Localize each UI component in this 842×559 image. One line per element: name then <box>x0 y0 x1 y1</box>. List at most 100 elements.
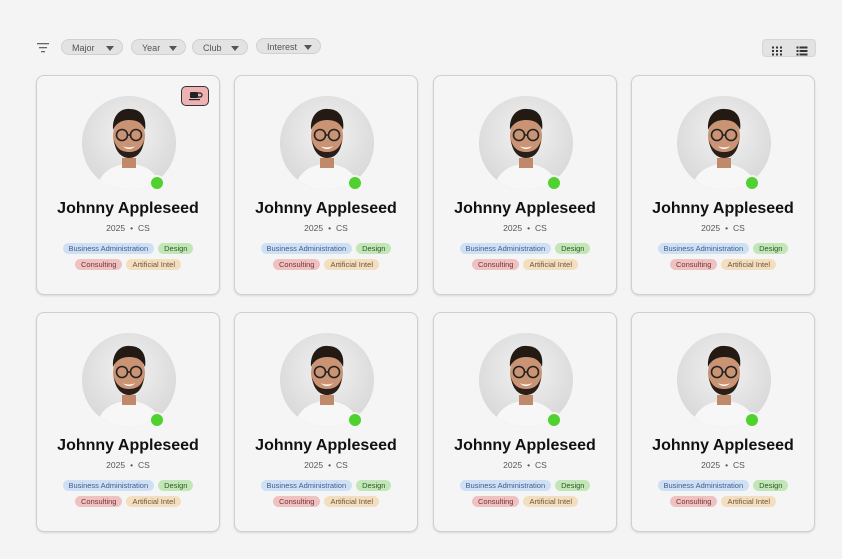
online-status-icon <box>347 175 363 191</box>
online-status-icon <box>546 412 562 428</box>
coffee-chat-button[interactable] <box>181 86 209 106</box>
profile-card[interactable]: Johnny Appleseed 2025 • CS Business Admini… <box>631 312 815 532</box>
chevron-down-icon <box>169 46 177 51</box>
interest-tag: Consulting <box>670 496 718 507</box>
profile-card[interactable]: Johnny Appleseed 2025 • CS Business Admini… <box>234 312 418 532</box>
tag-row: Consulting Artificial Intel <box>632 496 814 507</box>
interest-tag: Consulting <box>670 259 718 270</box>
profile-card[interactable]: Johnny Appleseed 2025 • CS Business Admini… <box>36 75 220 295</box>
interest-tag: Consulting <box>75 259 123 270</box>
filter-major-label: Major <box>72 43 95 53</box>
profile-major: CS <box>336 223 348 233</box>
profile-card[interactable]: Johnny Appleseed 2025 • CS Business Admini… <box>631 75 815 295</box>
interest-tag: Design <box>158 243 194 254</box>
profile-year: 2025 <box>503 223 523 233</box>
tag-row: Business Administration Design <box>37 243 219 254</box>
profile-card[interactable]: Johnny Appleseed 2025 • CS Business Admini… <box>433 312 617 532</box>
view-toggle <box>762 39 816 57</box>
interest-tag: Consulting <box>75 496 123 507</box>
interest-tag: Business Administration <box>657 243 750 254</box>
filter-interest-dropdown[interactable]: Interest <box>256 38 321 54</box>
interest-tag: Business Administration <box>459 243 552 254</box>
profile-name: Johnny Appleseed <box>454 437 596 454</box>
online-status-icon <box>149 412 165 428</box>
chevron-down-icon <box>304 45 312 50</box>
profile-name: Johnny Appleseed <box>57 437 199 454</box>
interest-tag: Consulting <box>472 259 520 270</box>
online-status-icon <box>546 175 562 191</box>
tag-row: Business Administration Design <box>632 243 814 254</box>
tag-row: Business Administration Design <box>434 243 616 254</box>
profile-name: Johnny Appleseed <box>57 200 199 217</box>
online-status-icon <box>744 412 760 428</box>
interest-tag: Business Administration <box>62 480 155 491</box>
interest-tag: Consulting <box>273 496 321 507</box>
profile-name: Johnny Appleseed <box>255 437 397 454</box>
filter-toolbar: Major Year Club Interest <box>36 38 816 58</box>
profile-card[interactable]: Johnny Appleseed 2025 • CS Business Admini… <box>433 75 617 295</box>
separator-dot: • <box>328 460 332 470</box>
profile-year: 2025 <box>701 223 721 233</box>
interest-tag: Artificial Intel <box>523 496 578 507</box>
profile-major: CS <box>138 460 150 470</box>
profile-major: CS <box>535 223 547 233</box>
filter-icon[interactable] <box>36 41 50 53</box>
profile-year: 2025 <box>106 460 126 470</box>
filter-year-dropdown[interactable]: Year <box>131 39 186 55</box>
interest-tag: Design <box>753 243 789 254</box>
interest-tag: Artificial Intel <box>721 496 776 507</box>
profile-major: CS <box>733 460 745 470</box>
tag-row: Consulting Artificial Intel <box>37 259 219 270</box>
tag-row: Business Administration Design <box>434 480 616 491</box>
filter-club-label: Club <box>203 43 222 53</box>
profile-year: 2025 <box>106 223 126 233</box>
interest-tag: Business Administration <box>657 480 750 491</box>
profile-meta: 2025 • CS <box>37 223 219 233</box>
chevron-down-icon <box>231 46 239 51</box>
separator-dot: • <box>527 223 531 233</box>
online-status-icon <box>149 175 165 191</box>
tag-row: Consulting Artificial Intel <box>632 259 814 270</box>
profile-card[interactable]: Johnny Appleseed 2025 • CS Business Admini… <box>234 75 418 295</box>
separator-dot: • <box>725 223 729 233</box>
list-view-icon[interactable] <box>796 43 808 56</box>
interest-tag: Business Administration <box>260 480 353 491</box>
profile-major: CS <box>138 223 150 233</box>
profile-major: CS <box>733 223 745 233</box>
interest-tag: Artificial Intel <box>324 259 379 270</box>
profile-year: 2025 <box>701 460 721 470</box>
separator-dot: • <box>130 460 134 470</box>
tag-row: Business Administration Design <box>37 480 219 491</box>
tag-row: Business Administration Design <box>235 243 417 254</box>
profile-meta: 2025 • CS <box>632 223 814 233</box>
interest-tag: Design <box>555 480 591 491</box>
separator-dot: • <box>725 460 729 470</box>
interest-tag: Design <box>158 480 194 491</box>
tag-row: Consulting Artificial Intel <box>434 259 616 270</box>
filter-major-dropdown[interactable]: Major <box>61 39 123 55</box>
profile-meta: 2025 • CS <box>434 223 616 233</box>
interest-tag: Artificial Intel <box>721 259 776 270</box>
profile-name: Johnny Appleseed <box>652 437 794 454</box>
profile-meta: 2025 • CS <box>235 460 417 470</box>
filter-year-label: Year <box>142 43 161 53</box>
separator-dot: • <box>130 223 134 233</box>
interest-tag: Design <box>356 480 392 491</box>
profile-name: Johnny Appleseed <box>652 200 794 217</box>
profile-card[interactable]: Johnny Appleseed 2025 • CS Business Admini… <box>36 312 220 532</box>
interest-tag: Artificial Intel <box>523 259 578 270</box>
online-status-icon <box>744 175 760 191</box>
interest-tag: Design <box>356 243 392 254</box>
tag-row: Consulting Artificial Intel <box>37 496 219 507</box>
interest-tag: Business Administration <box>260 243 353 254</box>
profile-year: 2025 <box>304 223 324 233</box>
grid-view-icon[interactable] <box>771 43 783 56</box>
interest-tag: Consulting <box>273 259 321 270</box>
coffee-cup-icon <box>189 92 203 101</box>
online-status-icon <box>347 412 363 428</box>
profile-meta: 2025 • CS <box>235 223 417 233</box>
interest-tag: Design <box>753 480 789 491</box>
tag-row: Consulting Artificial Intel <box>235 496 417 507</box>
filter-club-dropdown[interactable]: Club <box>192 39 248 55</box>
profile-major: CS <box>535 460 547 470</box>
